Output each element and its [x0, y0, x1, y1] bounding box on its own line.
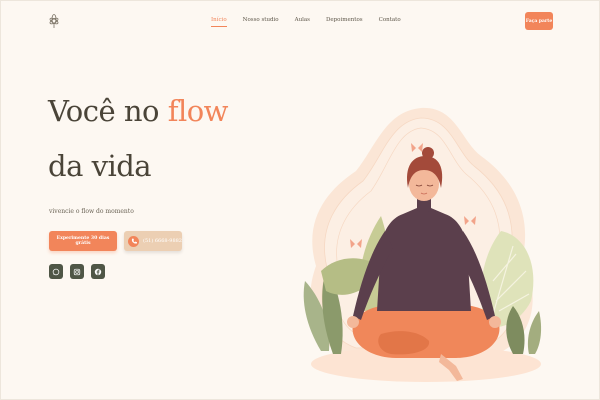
meditating-woman-illustration: [303, 107, 542, 382]
instagram-icon[interactable]: [70, 264, 84, 279]
right-hand: [489, 316, 501, 328]
social-links: [49, 264, 105, 279]
left-hand: [347, 316, 359, 328]
main-nav: Início Nosso studio Aulas Depoimentos Co…: [211, 17, 401, 27]
lotus-icon[interactable]: [47, 13, 61, 29]
nav-item-depoimentos[interactable]: Depoimentos: [326, 17, 363, 27]
phone-number: (51) 6668-9882: [143, 238, 182, 244]
free-trial-button[interactable]: Experimente 30 dias grátis: [49, 231, 117, 251]
nav-item-nosso-studio[interactable]: Nosso studio: [243, 17, 279, 27]
pants: [352, 304, 500, 358]
join-button[interactable]: Faça parte: [525, 12, 553, 30]
hero-title-line-1: Você no flow: [48, 94, 229, 128]
hero-title-line-2: da vida: [48, 149, 152, 183]
page: Início Nosso studio Aulas Depoimentos Co…: [0, 0, 600, 400]
hero-title-highlight: flow: [167, 94, 229, 128]
facebook-icon[interactable]: [91, 264, 105, 279]
nav-item-contato[interactable]: Contato: [379, 17, 401, 27]
torso: [377, 208, 471, 311]
nav-item-aulas[interactable]: Aulas: [295, 17, 310, 27]
hero-subtitle: vivencie o flow do momento: [49, 208, 134, 215]
phone-icon: [128, 235, 139, 247]
whatsapp-icon[interactable]: [49, 264, 63, 279]
hero-title-prefix: Você no: [48, 94, 168, 128]
hair-bun: [422, 147, 434, 159]
phone-button[interactable]: (51) 6668-9882: [124, 231, 182, 251]
nav-item-inicio[interactable]: Início: [211, 17, 227, 27]
